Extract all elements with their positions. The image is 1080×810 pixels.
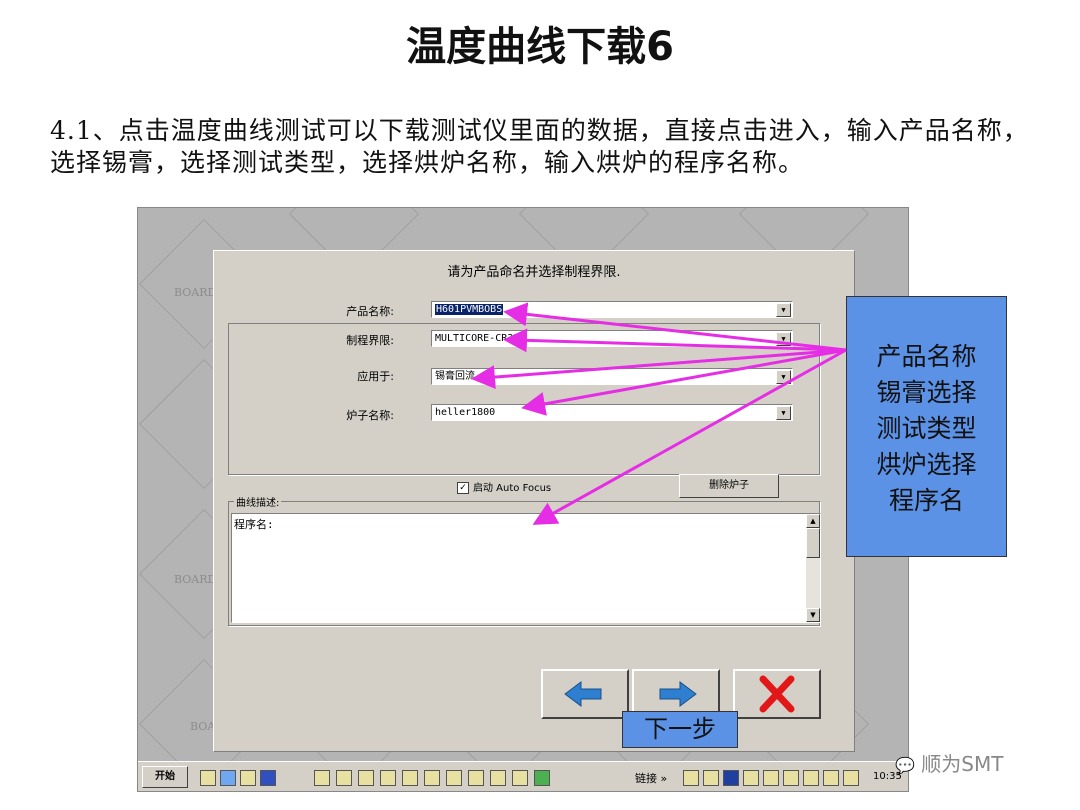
bg-board-text: BOARD xyxy=(174,286,217,299)
process-limit-combo[interactable]: MULTICORE-CR32 ▼ xyxy=(431,330,793,347)
wechat-icon: 💬 xyxy=(895,756,915,775)
dropdown-arrow-icon[interactable]: ▼ xyxy=(776,406,791,420)
quicklaunch-icon[interactable] xyxy=(240,770,256,786)
tray-icon[interactable] xyxy=(743,770,759,786)
tray-icon[interactable] xyxy=(803,770,819,786)
oven-name-label: 炉子名称: xyxy=(346,409,394,422)
task-icon[interactable] xyxy=(402,770,418,786)
task-icon[interactable] xyxy=(380,770,396,786)
start-label: 开始 xyxy=(155,771,175,782)
autofocus-checkbox[interactable]: ✓ 启动 Auto Focus xyxy=(457,479,551,494)
callout-line: 锡膏选择 xyxy=(876,378,977,407)
process-limit-value: MULTICORE-CR32 xyxy=(435,333,520,344)
cancel-button[interactable] xyxy=(733,669,821,719)
tray-icon[interactable] xyxy=(763,770,779,786)
task-icon[interactable] xyxy=(336,770,352,786)
curve-desc-label: 曲线描述: xyxy=(234,494,282,509)
task-icon[interactable] xyxy=(468,770,484,786)
slide-description: 4.1、点击温度曲线测试可以下载测试仪里面的数据，直接点击进入，输入产品名称，选… xyxy=(50,116,1029,177)
back-button[interactable] xyxy=(541,669,629,719)
task-icon[interactable] xyxy=(446,770,462,786)
scroll-thumb[interactable] xyxy=(806,528,820,558)
windows-taskbar: 开始 链接 » 10:35 xyxy=(138,761,908,791)
dropdown-arrow-icon[interactable]: ▼ xyxy=(776,370,791,384)
tray-icon[interactable] xyxy=(823,770,839,786)
product-name-combo[interactable]: H601PVMBOBS ▼ xyxy=(431,301,793,318)
tray-icon[interactable] xyxy=(783,770,799,786)
bg-board-text: BOARD xyxy=(174,573,217,586)
start-button[interactable]: 开始 xyxy=(142,766,188,788)
task-icon[interactable] xyxy=(314,770,330,786)
callout-line: 测试类型 xyxy=(876,414,977,443)
delete-oven-button[interactable]: 删除炉子 xyxy=(679,474,779,498)
quicklaunch-icon[interactable] xyxy=(260,770,276,786)
watermark-text: 顺为SMT xyxy=(921,752,1004,776)
tray-icon[interactable] xyxy=(683,770,699,786)
task-icon[interactable] xyxy=(424,770,440,786)
app-screenshot: BOARD BOARD BOARD BOARD BOARD BOARD 请为产品… xyxy=(137,207,909,792)
slide-title: 温度曲线下载6 xyxy=(406,24,674,70)
autofocus-label: 启动 Auto Focus xyxy=(473,483,552,494)
product-name-label: 产品名称: xyxy=(346,305,394,318)
scroll-down-icon[interactable]: ▼ xyxy=(806,608,820,622)
ie-icon[interactable] xyxy=(220,770,236,786)
task-icon[interactable] xyxy=(534,770,550,786)
oven-name-value: heller1800 xyxy=(435,407,496,418)
dropdown-arrow-icon[interactable]: ▼ xyxy=(776,303,791,317)
tray-icon[interactable] xyxy=(703,770,719,786)
product-name-value: H601PVMBOBS xyxy=(435,304,504,315)
scroll-up-icon[interactable]: ▲ xyxy=(806,514,820,528)
tray-icon[interactable] xyxy=(843,770,859,786)
product-dialog: 请为产品命名并选择制程界限. 产品名称: H601PVMBOBS ▼ 制程界限:… xyxy=(213,250,855,752)
close-x-icon xyxy=(759,675,795,713)
memo-scrollbar[interactable]: ▲ ▼ xyxy=(806,514,820,622)
task-icon[interactable] xyxy=(358,770,374,786)
callout-box: 产品名称 锡膏选择 测试类型 烘炉选择 程序名 xyxy=(846,296,1007,557)
curve-desc-textarea[interactable]: 程序名: ▲ ▼ xyxy=(231,513,821,623)
dropdown-arrow-icon[interactable]: ▼ xyxy=(776,332,791,346)
curve-desc-text: 程序名: xyxy=(234,518,274,531)
callout-line: 程序名 xyxy=(888,486,964,515)
links-toolbar[interactable]: 链接 » xyxy=(635,770,667,786)
checkbox-box[interactable]: ✓ xyxy=(457,482,469,494)
next-step-label: 下一步 xyxy=(622,711,738,748)
callout-line: 产品名称 xyxy=(876,342,977,371)
watermark: 💬 顺为SMT xyxy=(895,748,1003,777)
apply-to-label: 应用于: xyxy=(357,370,394,383)
quicklaunch-icon[interactable] xyxy=(200,770,216,786)
task-icon[interactable] xyxy=(512,770,528,786)
apply-to-value: 锡膏回流 xyxy=(435,371,475,382)
task-icon[interactable] xyxy=(490,770,506,786)
back-arrow-icon xyxy=(564,681,602,707)
process-limit-label: 制程界限: xyxy=(346,334,394,347)
oven-name-combo[interactable]: heller1800 ▼ xyxy=(431,404,793,421)
apply-to-combo[interactable]: 锡膏回流 ▼ xyxy=(431,368,793,385)
dialog-heading: 请为产品命名并选择制程界限. xyxy=(447,265,621,280)
callout-line: 烘炉选择 xyxy=(876,450,977,479)
tray-icon[interactable] xyxy=(723,770,739,786)
